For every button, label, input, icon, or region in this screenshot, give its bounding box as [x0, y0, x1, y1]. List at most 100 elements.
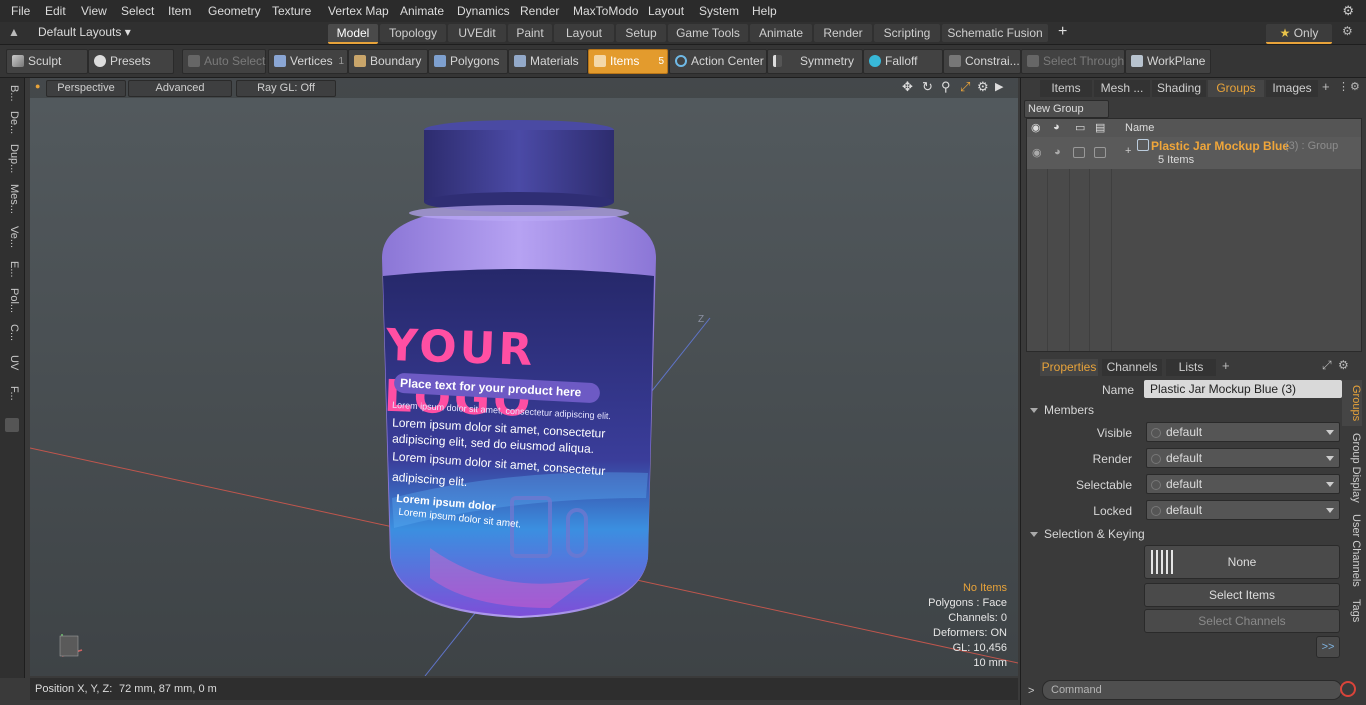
tab-images[interactable]: Images — [1266, 80, 1318, 97]
menu-edit[interactable]: Edit — [45, 4, 66, 18]
layout-settings-icon[interactable]: ⚙ — [1342, 24, 1353, 38]
tab-mesh[interactable]: Mesh ... — [1094, 80, 1150, 97]
advanced-button[interactable]: Advanced — [128, 80, 232, 97]
menu-layout[interactable]: Layout — [648, 4, 684, 18]
menu-vertex-map[interactable]: Vertex Map — [328, 4, 389, 18]
keying-none-button[interactable]: None — [1144, 545, 1340, 579]
workplane-button[interactable]: WorkPlane — [1125, 49, 1211, 74]
layout-dropdown[interactable]: Default Layouts ▾ — [38, 25, 131, 39]
props-maximize-icon[interactable]: ⤢ — [1322, 358, 1332, 373]
props-settings-icon[interactable]: ⚙ — [1338, 358, 1349, 372]
left-tab-mesh[interactable]: Mes... — [4, 182, 20, 216]
polygons-button[interactable]: Polygons — [428, 49, 508, 74]
visibility-toggle-icon[interactable]: ◉ — [1032, 146, 1042, 159]
render-column-icon[interactable]: ◕ — [1053, 121, 1060, 133]
action-center-button[interactable]: Action Center — [669, 49, 767, 74]
play-icon[interactable]: ▶ — [995, 80, 1003, 93]
members-section[interactable]: Members — [1028, 403, 1340, 419]
raygl-button[interactable]: Ray GL: Off — [236, 80, 336, 97]
tab-shading[interactable]: Shading — [1152, 80, 1206, 97]
materials-button[interactable]: Materials — [508, 49, 588, 74]
command-input[interactable]: Command — [1042, 680, 1342, 700]
symmetry-button[interactable]: Symmetry — [767, 49, 863, 74]
auto-select-button[interactable]: Auto Select — [182, 49, 266, 74]
left-tab-polygon[interactable]: Pol... — [4, 286, 20, 316]
zoom-icon[interactable]: ⚲ — [941, 79, 951, 95]
selectable-dropdown[interactable]: default — [1146, 474, 1340, 494]
tab-schematic-fusion[interactable]: Schematic Fusion — [942, 24, 1048, 42]
add-props-tab-icon[interactable]: + — [1222, 358, 1230, 373]
more-button[interactable]: >> — [1316, 636, 1340, 658]
menu-maxtomodo[interactable]: MaxToModo — [573, 4, 638, 18]
menu-item[interactable]: Item — [168, 4, 191, 18]
tab-properties[interactable]: Properties — [1040, 359, 1098, 376]
lock-column-icon[interactable]: ▭ — [1075, 121, 1085, 134]
vertices-button[interactable]: Vertices 1 — [268, 49, 348, 74]
tab-animate[interactable]: Animate — [750, 24, 812, 42]
perspective-button[interactable]: Perspective — [46, 80, 126, 97]
tab-groups[interactable]: Groups — [1208, 80, 1264, 97]
boundary-button[interactable]: Boundary — [348, 49, 428, 74]
left-tab-expand[interactable] — [5, 418, 19, 432]
panel-menu-icon[interactable]: ⋮ — [1338, 80, 1349, 93]
only-toggle[interactable]: ★ Only — [1266, 24, 1332, 44]
viewport-menu-icon[interactable]: ● — [35, 81, 40, 91]
tab-scripting[interactable]: Scripting — [874, 24, 940, 42]
pan-icon[interactable]: ✥ — [902, 79, 913, 95]
menu-help[interactable]: Help — [752, 4, 777, 18]
select-through-button[interactable]: Select Through — [1021, 49, 1125, 74]
menu-system[interactable]: System — [699, 4, 739, 18]
menu-texture[interactable]: Texture — [272, 4, 311, 18]
maximize-icon[interactable]: ⤢ — [960, 79, 970, 95]
tab-model[interactable]: Model — [328, 24, 378, 44]
tab-setup[interactable]: Setup — [616, 24, 666, 42]
menu-render[interactable]: Render — [520, 4, 559, 18]
side-tab-groups[interactable]: Groups — [1342, 380, 1362, 426]
collapse-icon[interactable]: ▲ — [8, 25, 20, 39]
locked-dropdown[interactable]: default — [1146, 500, 1340, 520]
lock-toggle[interactable] — [1073, 147, 1085, 158]
add-tab-icon[interactable]: + — [1058, 23, 1067, 41]
select-channels-button[interactable]: Select Channels — [1144, 609, 1340, 633]
add-panel-tab-icon[interactable]: + — [1322, 79, 1330, 94]
tab-lists[interactable]: Lists — [1166, 359, 1216, 376]
eye-column-icon[interactable]: ◉ — [1031, 121, 1041, 134]
left-tab-basic[interactable]: B... — [4, 82, 20, 104]
side-tab-tags[interactable]: Tags — [1342, 596, 1362, 626]
group-row[interactable]: ◉ ◕ + Plastic Jar Mockup Blue (3) : Grou… — [1027, 137, 1361, 169]
left-tab-vertex[interactable]: Ve... — [4, 224, 20, 250]
3d-viewport[interactable]: YOUR LOGO Place text for your product he… — [30, 78, 1018, 676]
gear-icon[interactable]: ⚙ — [1342, 3, 1354, 19]
left-tab-deform[interactable]: De... — [4, 110, 20, 136]
constraints-button[interactable]: Constrai... — [943, 49, 1021, 74]
tab-topology[interactable]: Topology — [380, 24, 446, 42]
tab-game-tools[interactable]: Game Tools — [668, 24, 748, 42]
tab-render[interactable]: Render — [814, 24, 872, 42]
side-tab-user-channels[interactable]: User Channels — [1342, 510, 1362, 590]
menu-file[interactable]: File — [11, 4, 30, 18]
visible-dropdown[interactable]: default — [1146, 422, 1340, 442]
presets-button[interactable]: Presets — [88, 49, 174, 74]
menu-select[interactable]: Select — [121, 4, 154, 18]
menu-geometry[interactable]: Geometry — [208, 4, 261, 18]
tab-paint[interactable]: Paint — [508, 24, 552, 42]
select-items-button[interactable]: Select Items — [1144, 583, 1340, 607]
render-dropdown[interactable]: default — [1146, 448, 1340, 468]
tab-channels[interactable]: Channels — [1102, 359, 1162, 376]
render-toggle-icon[interactable]: ◕ — [1054, 146, 1061, 158]
left-tab-uv[interactable]: UV — [4, 352, 20, 374]
sculpt-button[interactable]: Sculpt — [6, 49, 88, 74]
record-icon[interactable] — [1340, 681, 1356, 697]
left-tab-duplicate[interactable]: Dup... — [4, 144, 20, 174]
left-tab-edge[interactable]: E... — [4, 258, 20, 280]
tab-items[interactable]: Items — [1040, 80, 1092, 97]
select-column-icon[interactable]: ▤ — [1095, 121, 1105, 134]
side-tab-group-display[interactable]: Group Display — [1342, 432, 1362, 504]
menu-view[interactable]: View — [81, 4, 107, 18]
rotate-icon[interactable]: ↻ — [922, 79, 933, 95]
panel-settings-icon[interactable]: ⚙ — [1350, 80, 1360, 93]
new-group-button[interactable]: New Group — [1024, 100, 1109, 118]
viewport-settings-icon[interactable]: ⚙ — [977, 79, 989, 95]
tab-layout[interactable]: Layout — [554, 24, 614, 42]
select-toggle[interactable] — [1094, 147, 1106, 158]
